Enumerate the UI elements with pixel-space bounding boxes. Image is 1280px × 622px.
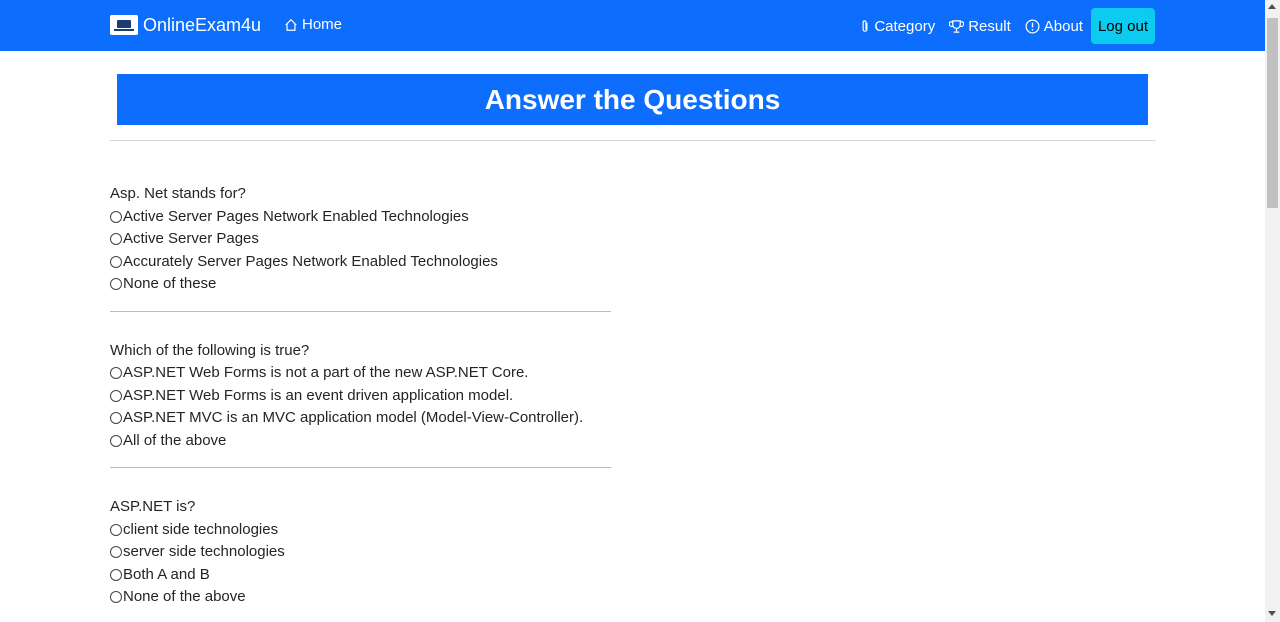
- divider: [110, 140, 1156, 141]
- radio-button[interactable]: [110, 546, 122, 559]
- question-block: Asp. Net stands for? Active Server Pages …: [110, 183, 611, 312]
- navbar: OnlineExam4u Home Category Result About …: [0, 0, 1265, 51]
- question-text: Asp. Net stands for?: [110, 185, 246, 202]
- answer-option-label: ASP.NET MVC is an MVC application model …: [123, 409, 584, 426]
- answer-option[interactable]: None of the above: [110, 586, 611, 609]
- radio-button[interactable]: [110, 434, 122, 447]
- scroll-thumb[interactable]: [1267, 18, 1278, 208]
- question-block: ASP.NET is? client side technologies serve…: [110, 496, 611, 622]
- answer-option-label: Active Server Pages Network Enabled Tech…: [123, 207, 469, 225]
- nav-home-link[interactable]: Home: [284, 16, 342, 33]
- radio-button[interactable]: [110, 278, 122, 291]
- nav-about-link[interactable]: About: [1025, 18, 1083, 35]
- nav-result-link[interactable]: Result: [949, 18, 1011, 35]
- answer-option[interactable]: Active Server Pages: [110, 228, 611, 251]
- radio-button[interactable]: [110, 568, 122, 581]
- info-circle-icon: [1025, 19, 1040, 33]
- nav-result-label: Result: [968, 17, 1011, 35]
- answer-option-label: Both A and B: [123, 565, 210, 583]
- scrollbar[interactable]: [1265, 0, 1280, 622]
- question-list: Asp. Net stands for? Active Server Pages …: [110, 183, 611, 622]
- answer-option-label: server side technologies: [123, 543, 285, 560]
- radio-button[interactable]: [110, 591, 122, 604]
- nav-right-group: Category Result About Log out: [846, 8, 1155, 44]
- question-text: Which of the following is true?: [110, 341, 310, 359]
- nav-about-label: About: [1043, 17, 1083, 35]
- radio-button[interactable]: [110, 523, 122, 536]
- answer-option-label: None of these: [123, 275, 217, 292]
- question-text: ASP.NET is?: [110, 498, 196, 515]
- radio-button[interactable]: [110, 210, 122, 223]
- home-icon: [285, 18, 297, 31]
- brand-logo-icon: [110, 15, 138, 35]
- answer-option[interactable]: Accurately Server Pages Network Enabled …: [110, 251, 611, 274]
- radio-button[interactable]: [110, 367, 122, 380]
- answer-option-label: All of the above: [123, 431, 227, 449]
- answer-option[interactable]: Both A and B: [110, 564, 611, 587]
- answer-option[interactable]: None of these: [110, 273, 611, 296]
- answer-option-label: ASP.NET Web Forms is not a part of the n…: [123, 364, 529, 381]
- answer-option[interactable]: ASP.NET MVC is an MVC application model …: [110, 407, 611, 430]
- answer-option[interactable]: ASP.NET Web Forms is not a part of the n…: [110, 362, 611, 385]
- nav-category-link[interactable]: Category: [860, 18, 935, 35]
- trophy-icon: [949, 19, 965, 33]
- answer-option[interactable]: server side technologies: [110, 541, 611, 564]
- nav-home-label: Home: [302, 16, 343, 33]
- answer-option[interactable]: ASP.NET Web Forms is an event driven app…: [110, 385, 611, 408]
- question-divider: [110, 467, 611, 468]
- answer-option[interactable]: client side technologies: [110, 519, 611, 542]
- scroll-down-arrow-icon[interactable]: [1268, 611, 1276, 616]
- answer-option-label: Accurately Server Pages Network Enabled …: [123, 252, 498, 270]
- radio-button[interactable]: [110, 233, 122, 246]
- answer-option-label: None of the above: [123, 588, 246, 605]
- radio-button[interactable]: [110, 255, 122, 268]
- page-title: Answer the Questions: [117, 74, 1148, 125]
- brand-name: OnlineExam4u: [143, 14, 262, 35]
- answer-option-label: ASP.NET Web Forms is an event driven app…: [123, 386, 514, 404]
- answer-option[interactable]: Active Server Pages Network Enabled Tech…: [110, 206, 611, 229]
- paperclip-icon: [862, 19, 868, 32]
- question-divider: [110, 310, 611, 312]
- answer-option-label: client side technologies: [123, 520, 279, 538]
- radio-button[interactable]: [110, 412, 122, 425]
- nav-category-label: Category: [874, 17, 936, 35]
- brand-link[interactable]: OnlineExam4u: [110, 12, 261, 38]
- answer-option-label: Active Server Pages: [123, 230, 259, 247]
- logout-button[interactable]: Log out: [1090, 8, 1155, 44]
- radio-button[interactable]: [110, 389, 122, 402]
- scroll-up-arrow-icon[interactable]: [1268, 4, 1276, 9]
- question-block: Which of the following is true? ASP.NET W…: [110, 340, 611, 468]
- answer-option[interactable]: All of the above: [110, 430, 611, 453]
